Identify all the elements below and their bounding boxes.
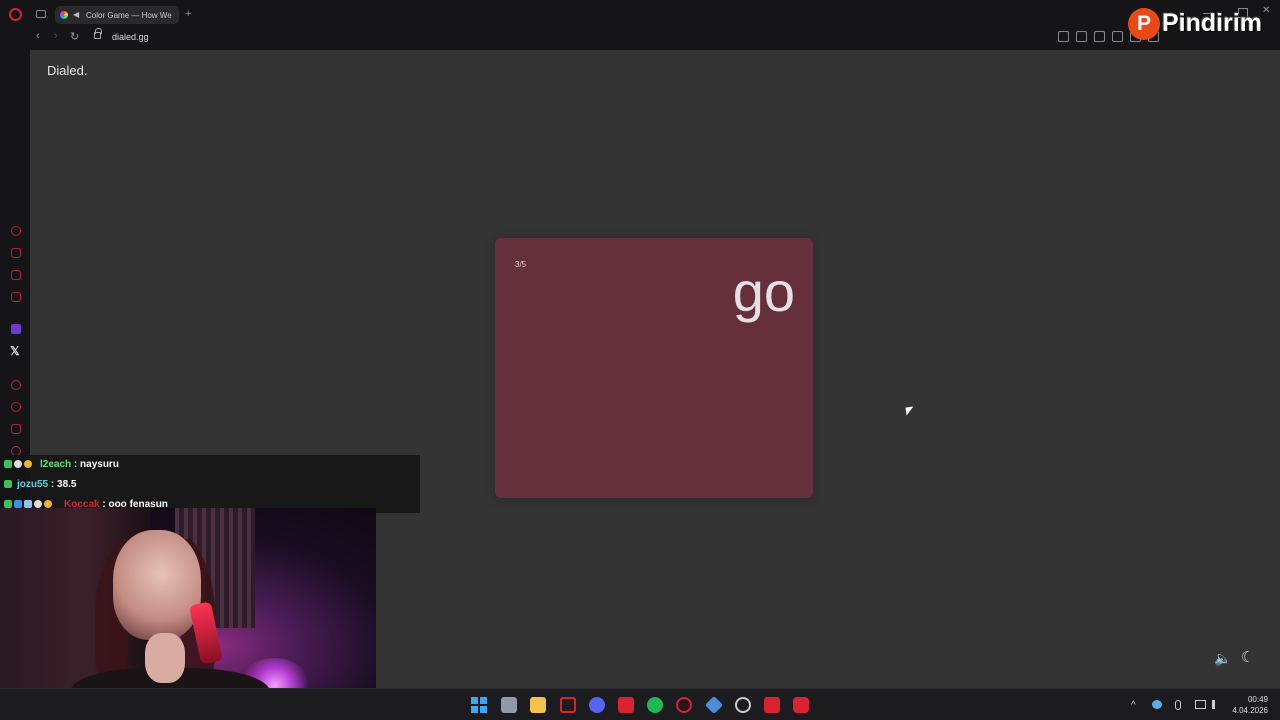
sidebar-history-icon[interactable] [11, 402, 21, 412]
riot-games-icon[interactable] [764, 697, 780, 713]
tab-audio-icon[interactable]: ◀ [73, 10, 79, 19]
tray-overflow-icon[interactable]: ^ [1131, 700, 1136, 711]
opera-gx-icon[interactable] [676, 697, 692, 713]
lock-icon [94, 28, 102, 39]
color-card[interactable]: 3/5 go [495, 238, 813, 498]
chat-badges [4, 500, 52, 508]
card-prompt: go [732, 260, 795, 323]
clock-time: 00:49 [1247, 695, 1268, 704]
chat-username: jozu55 [17, 479, 49, 490]
sidebar-pinboard-icon[interactable] [11, 424, 21, 434]
snapshot-icon[interactable] [1076, 31, 1087, 42]
sidebar-music-icon[interactable] [11, 292, 21, 302]
browser-address-bar: ‹ › ↻ dialed.gg [0, 28, 1280, 50]
forward-button[interactable]: › [54, 30, 58, 42]
volume-icon[interactable] [1212, 700, 1221, 709]
opera-menu-icon[interactable] [9, 8, 22, 21]
windows-taskbar: ^ 00:49 4.04.2026 [0, 688, 1280, 720]
pindirim-logo-icon: P [1128, 8, 1160, 40]
site-logo[interactable]: Dialed. [47, 63, 87, 78]
browser-tab-bar: ◀ Color Game — How We + ✕ [0, 0, 1280, 28]
chat-text: : naysuru [71, 459, 119, 470]
chat-message: jozu55 : 38.5 [0, 475, 420, 495]
sound-toggle-icon[interactable]: 🔈 [1214, 650, 1231, 667]
new-tab-button[interactable]: + [185, 8, 191, 20]
taskbar-clock[interactable]: 00:49 4.04.2026 [1232, 694, 1268, 716]
spotify-icon[interactable] [647, 697, 663, 713]
start-button[interactable] [471, 697, 487, 713]
chat-message: l2each : naysuru [0, 455, 420, 475]
sidebar-player-icon[interactable] [11, 380, 21, 390]
shield-icon[interactable] [1094, 31, 1105, 42]
round-counter: 3/5 [515, 260, 527, 269]
file-explorer-icon[interactable] [530, 697, 546, 713]
vivaldi-icon[interactable] [793, 697, 809, 713]
mouse-cursor-icon [905, 406, 915, 416]
sidebar-messenger-icon[interactable] [11, 270, 21, 280]
color-wheel-favicon-icon [60, 11, 68, 19]
screen: ◀ Color Game — How We + ✕ ‹ › ↻ dialed.g… [0, 0, 1280, 720]
clock-date: 4.04.2026 [1232, 706, 1268, 715]
discord-icon[interactable] [589, 697, 605, 713]
network-icon[interactable] [1195, 700, 1206, 709]
tab-title: Color Game — How We [86, 11, 172, 20]
pin-icon[interactable] [1058, 31, 1069, 42]
obs-icon[interactable] [735, 697, 751, 713]
sidebar-aria-icon[interactable] [11, 226, 21, 236]
riot-client-icon[interactable] [618, 697, 634, 713]
chat-username: l2each [40, 459, 72, 470]
valorant-icon[interactable] [560, 697, 576, 713]
webcam-streamer-hand [145, 633, 185, 683]
url-field[interactable]: dialed.gg [112, 32, 149, 42]
theme-toggle-icon[interactable]: ☾ [1241, 648, 1254, 666]
tab-color-game[interactable]: ◀ Color Game — How We [55, 6, 179, 24]
chat-badges [4, 460, 32, 468]
back-button[interactable]: ‹ [36, 30, 40, 42]
sidebar-x-icon[interactable]: 𝕏 [10, 344, 20, 358]
microphone-icon[interactable] [1175, 700, 1181, 710]
stream-chat-overlay: l2each : naysuru jozu55 : 38.5 Koccak : … [0, 455, 420, 513]
task-view-icon[interactable] [501, 697, 517, 713]
reload-button[interactable]: ↻ [70, 30, 79, 43]
chat-badges [4, 480, 12, 488]
onedrive-icon[interactable] [1152, 700, 1162, 709]
translate-icon[interactable] [1112, 31, 1123, 42]
close-window-icon[interactable]: ✕ [1262, 5, 1272, 16]
chat-text: : 38.5 [48, 479, 77, 490]
webcam-streamer-face [113, 530, 201, 640]
sidebar-twitch-icon[interactable] [11, 324, 21, 334]
tab-islands-icon[interactable] [36, 10, 46, 18]
sidebar-workspace-icon[interactable] [11, 248, 21, 258]
pindirim-watermark: Pindirim [1162, 9, 1263, 37]
app-icon[interactable] [704, 695, 724, 715]
